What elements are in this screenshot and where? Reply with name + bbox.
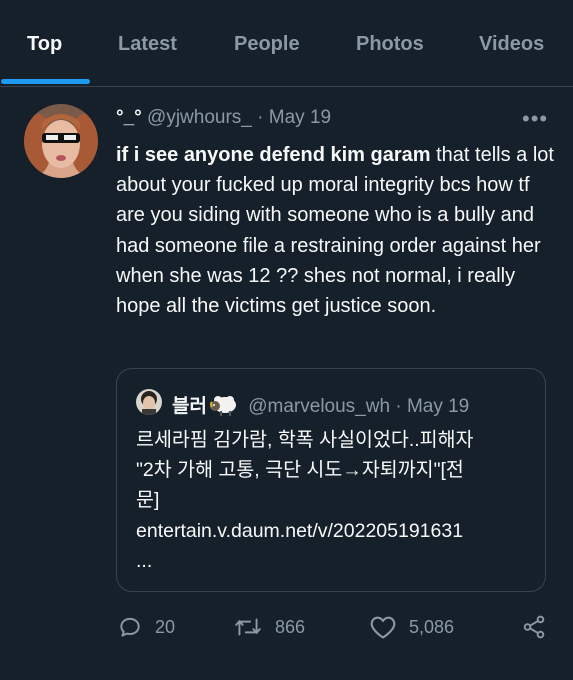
tweet-header: °_° @yjwhours_ · May 19 xyxy=(116,107,331,129)
sheep-emoji-icon xyxy=(209,394,237,422)
tweet-text: if i see anyone defend kim garam that te… xyxy=(116,140,556,321)
retweet-button[interactable]: 866 xyxy=(233,610,305,644)
more-options-icon[interactable]: ••• xyxy=(522,106,548,132)
retweet-count: 866 xyxy=(275,616,306,637)
heart-icon xyxy=(370,616,396,639)
separator-dot: · xyxy=(257,107,264,128)
tweet-text-rest: that tells a lot about your fucked up mo… xyxy=(116,144,554,318)
share-button[interactable] xyxy=(521,610,547,644)
quote-line: ... xyxy=(136,549,153,572)
quote-display-name: 블러 xyxy=(172,396,207,417)
reply-count: 20 xyxy=(155,616,176,637)
active-tab-indicator xyxy=(1,79,90,84)
tab-top[interactable]: Top xyxy=(27,33,62,56)
handle[interactable]: @yjwhours_ xyxy=(147,107,252,128)
avatar[interactable] xyxy=(24,104,98,178)
quote-line: "2차 가해 고통, 극단 시도→자퇴까지"[전 xyxy=(136,459,464,482)
tab-videos[interactable]: Videos xyxy=(479,33,544,56)
reply-button[interactable]: 20 xyxy=(117,610,175,644)
quote-link[interactable]: entertain.v.daum.net/v/202205191631 xyxy=(136,516,536,546)
quote-avatar xyxy=(136,389,162,415)
search-tabs: Top Latest People Photos Videos xyxy=(0,0,573,87)
quote-profile-photo xyxy=(136,389,162,415)
quote-tweet[interactable]: 블러 @marvelous_wh · May 19 르세라핌 김가람, 학폭 사… xyxy=(116,368,546,592)
tweet-actions: 20 866 5,086 xyxy=(0,610,573,650)
quote-handle: @marvelous_wh xyxy=(248,396,391,417)
profile-photo xyxy=(24,104,98,178)
share-icon xyxy=(523,615,545,639)
quote-line: 르세라핌 김가람, 학폭 사실이었다..피해자 xyxy=(136,429,474,451)
quote-text: 르세라핌 김가람, 학폭 사실이었다..피해자 "2차 가해 고통, 극단 시도… xyxy=(136,425,536,576)
quote-line: 문] xyxy=(136,489,160,512)
tab-latest[interactable]: Latest xyxy=(118,33,177,56)
like-button[interactable]: 5,086 xyxy=(369,610,454,644)
tab-people[interactable]: People xyxy=(234,33,300,56)
like-count: 5,086 xyxy=(409,616,455,637)
quote-separator-dot: · xyxy=(395,396,402,417)
reply-icon xyxy=(120,617,140,637)
tweet-date[interactable]: May 19 xyxy=(269,107,331,128)
tweet-text-bold: if i see anyone defend kim garam xyxy=(116,144,431,166)
retweet-icon xyxy=(235,618,261,636)
tab-photos[interactable]: Photos xyxy=(356,33,424,56)
display-name[interactable]: °_° xyxy=(116,107,142,128)
quote-date: May 19 xyxy=(406,396,470,417)
quote-header: 블러 @marvelous_wh · May 19 xyxy=(172,391,469,422)
